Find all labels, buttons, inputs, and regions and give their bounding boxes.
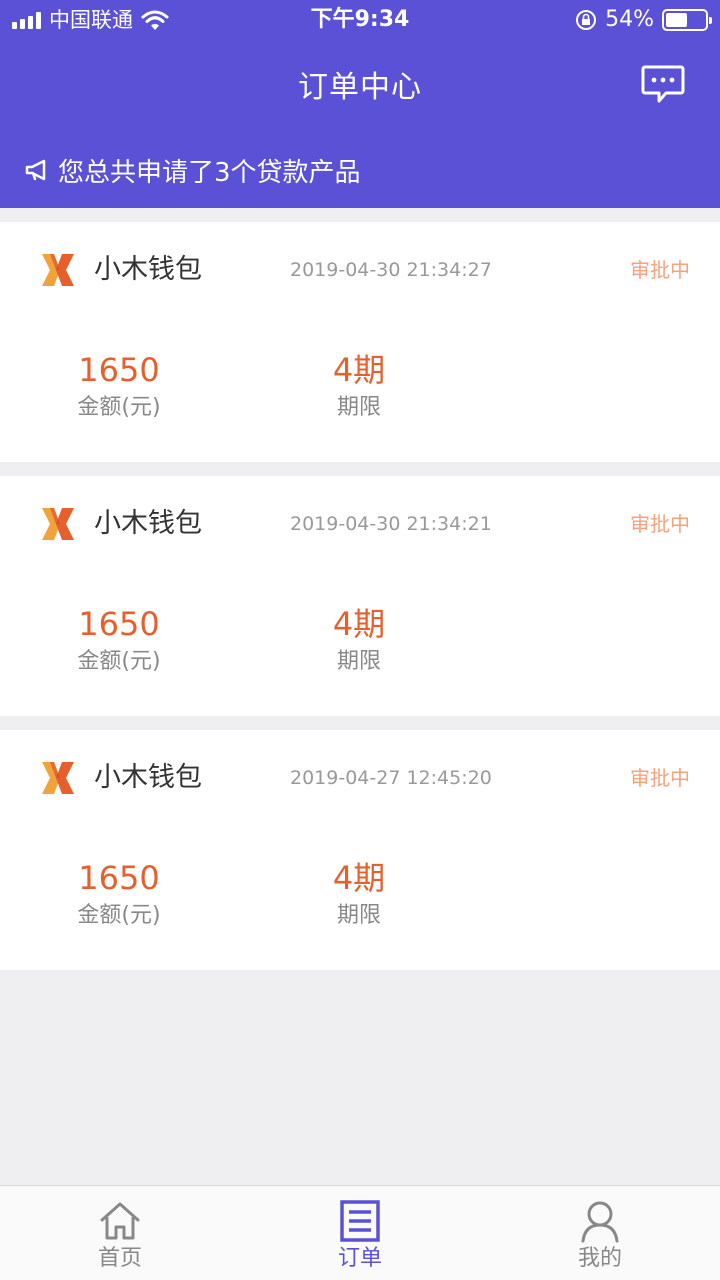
term-label: 期限 — [336, 903, 381, 928]
battery-percent: 54% — [605, 7, 654, 32]
status-badge: 审批中 — [630, 512, 690, 536]
xiaomu-wallet-logo-icon — [42, 762, 74, 794]
product-name: 小木钱包 — [94, 254, 202, 285]
user-icon — [581, 1201, 619, 1243]
order-time: 2019-04-30 21:34:27 — [290, 259, 492, 281]
order-card[interactable]: 小木钱包 2019-04-27 12:45:20 审批中 1650 金额(元) … — [0, 730, 720, 970]
tab-home[interactable]: 首页 — [0, 1186, 240, 1280]
tab-home-label: 首页 — [97, 1246, 142, 1271]
amount-block: 1650 金额(元) — [60, 604, 178, 678]
chat-bubble-icon[interactable] — [640, 64, 686, 106]
product-name: 小木钱包 — [94, 762, 202, 793]
home-icon — [100, 1202, 140, 1240]
status-badge: 审批中 — [630, 766, 690, 790]
status-badge: 审批中 — [630, 258, 690, 282]
term-block: 4期 期限 — [300, 858, 418, 932]
product-name: 小木钱包 — [94, 508, 202, 539]
amount-block: 1650 金额(元) — [60, 350, 178, 424]
tab-me[interactable]: 我的 — [480, 1186, 720, 1280]
notice-text: 您总共申请了3个贷款产品 — [58, 157, 361, 188]
tab-bar: 首页 订单 我的 — [0, 1185, 720, 1280]
order-list: 小木钱包 2019-04-30 21:34:27 审批中 1650 金额(元) … — [0, 208, 720, 970]
rotation-lock-icon — [576, 10, 597, 30]
tab-orders[interactable]: 订单 — [240, 1186, 480, 1280]
term-value: 4期 — [332, 859, 386, 897]
term-block: 4期 期限 — [300, 350, 418, 424]
order-time: 2019-04-27 12:45:20 — [290, 767, 492, 789]
term-value: 4期 — [332, 351, 386, 389]
amount-label: 金额(元) — [77, 649, 161, 674]
amount-value: 1650 — [78, 859, 160, 897]
tab-me-label: 我的 — [577, 1246, 622, 1271]
amount-label: 金额(元) — [77, 395, 161, 420]
order-time: 2019-04-30 21:34:21 — [290, 513, 492, 535]
term-block: 4期 期限 — [300, 604, 418, 678]
order-card[interactable]: 小木钱包 2019-04-30 21:34:21 审批中 1650 金额(元) … — [0, 476, 720, 716]
status-bar: 中国联通 下午9:34 54% — [0, 0, 720, 40]
order-list-icon — [340, 1200, 380, 1242]
xiaomu-wallet-logo-icon — [42, 254, 74, 286]
amount-value: 1650 — [78, 605, 160, 643]
term-value: 4期 — [332, 605, 386, 643]
page-title: 订单中心 — [298, 70, 422, 105]
term-label: 期限 — [336, 649, 381, 674]
term-label: 期限 — [336, 395, 381, 420]
battery-icon — [662, 9, 712, 31]
amount-value: 1650 — [78, 351, 160, 389]
header-bar: 中国联通 下午9:34 54% 订单中心 您总共申请了3个贷款产品 — [0, 0, 720, 208]
xiaomu-wallet-logo-icon — [42, 508, 74, 540]
megaphone-icon — [25, 159, 46, 181]
amount-block: 1650 金额(元) — [60, 858, 178, 932]
tab-orders-label: 订单 — [337, 1246, 382, 1271]
notice-bar: 您总共申请了3个贷款产品 — [24, 150, 361, 190]
order-card[interactable]: 小木钱包 2019-04-30 21:34:27 审批中 1650 金额(元) … — [0, 222, 720, 462]
amount-label: 金额(元) — [77, 903, 161, 928]
